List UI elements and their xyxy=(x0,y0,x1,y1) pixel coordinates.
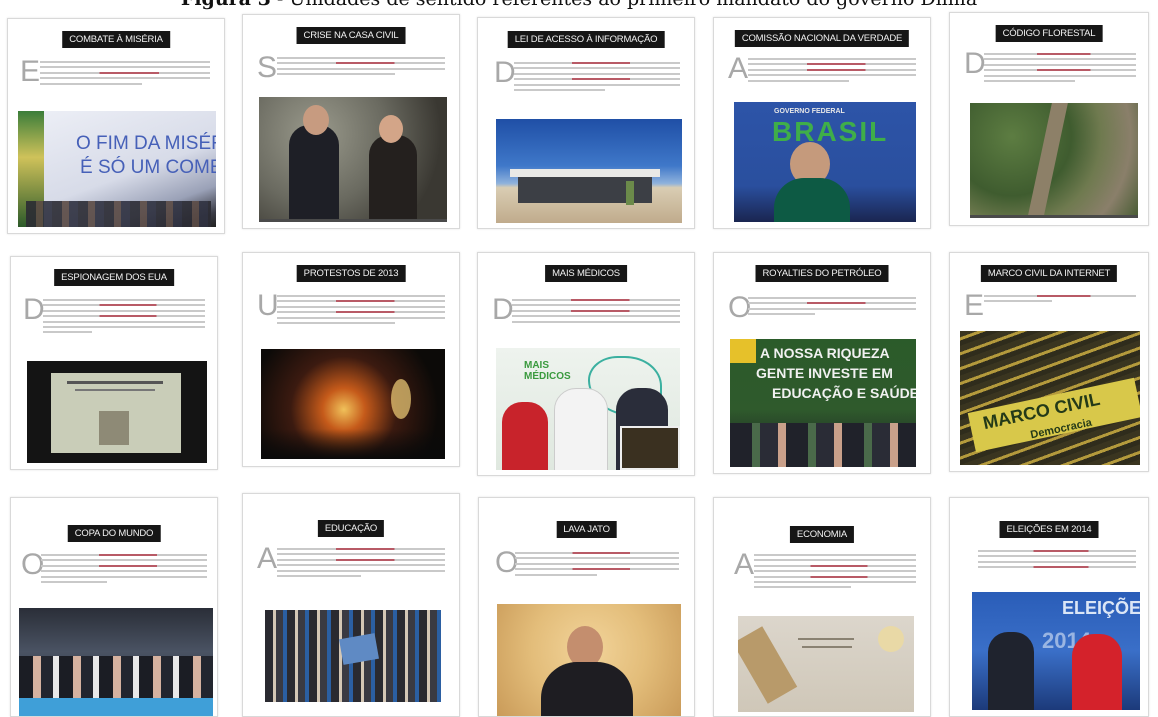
slide-photo xyxy=(27,361,207,463)
slide-photo xyxy=(261,349,445,459)
slide-title: LAVA JATO xyxy=(556,521,617,538)
slide-title: MARCO CIVIL DA INTERNET xyxy=(980,265,1118,282)
slide-body-text xyxy=(512,299,680,326)
slide-dropcap: D xyxy=(492,293,514,326)
slide-title: LEI DE ACESSO À INFORMAÇÃO xyxy=(507,31,665,48)
slide-title: COMISSÃO NACIONAL DA VERDADE xyxy=(734,30,910,47)
slide-dropcap: A xyxy=(728,52,749,85)
banner-text: ELEIÇÕES xyxy=(1062,598,1140,618)
slide-photo xyxy=(970,103,1138,215)
slide-card: MAIS MÉDICOS D MAIS MÉDICOS xyxy=(477,252,695,476)
slide-body-text xyxy=(984,295,1136,306)
banner-text: O FIM DA MISÉRIA xyxy=(76,133,216,154)
slide-photo xyxy=(496,119,682,223)
slide-dropcap: A xyxy=(734,548,755,581)
slide-card: COPA DO MUNDO O xyxy=(10,497,218,717)
slide-dropcap: E xyxy=(20,55,41,88)
slide-card: EDUCAÇÃO A xyxy=(242,493,460,717)
banner-text: BRASIL xyxy=(772,116,889,147)
slide-card: CÓDIGO FLORESTAL D xyxy=(949,12,1149,226)
banner-text: A NOSSA RIQUEZA xyxy=(760,345,890,361)
slide-title: MAIS MÉDICOS xyxy=(545,265,627,282)
slide-body-text xyxy=(41,554,207,586)
slide-card: ROYALTIES DO PETRÓLEO O A NOSSA RIQUEZA … xyxy=(713,252,931,474)
slide-title: ELEIÇÕES EM 2014 xyxy=(999,521,1099,538)
slide-photo: ELEIÇÕES 2014 xyxy=(972,592,1140,710)
slide-card: PROTESTOS DE 2013 U xyxy=(242,252,460,467)
banner-text: GOVERNO FEDERAL xyxy=(774,108,845,115)
slide-dropcap: D xyxy=(494,56,516,89)
slide-title: COPA DO MUNDO xyxy=(67,525,161,542)
slide-body-text xyxy=(515,552,679,579)
slide-dropcap: D xyxy=(964,47,986,80)
slide-photo: A NOSSA RIQUEZA GENTE INVESTE EM EDUCAÇÃ… xyxy=(730,339,916,467)
slide-body-text xyxy=(748,58,916,85)
slide-dropcap: U xyxy=(257,289,279,322)
slide-title: COMBATE À MISÉRIA xyxy=(62,31,170,48)
slide-title: CRISE NA CASA CIVIL xyxy=(296,27,406,44)
slide-card: COMBATE À MISÉRIA E O FIM DA MISÉRIA É S… xyxy=(7,18,225,234)
slide-photo: O FIM DA MISÉRIA É SÓ UM COMEÇO xyxy=(18,111,216,227)
slide-photo: GOVERNO FEDERAL BRASIL xyxy=(734,102,916,222)
slide-footer-bar xyxy=(259,219,447,222)
slide-card: ECONOMIA A xyxy=(713,497,931,717)
slide-photo xyxy=(497,604,681,716)
slide-card: LAVA JATO O xyxy=(478,497,695,717)
slide-body-text xyxy=(748,297,916,319)
slide-grid: COMBATE À MISÉRIA E O FIM DA MISÉRIA É S… xyxy=(0,0,1158,717)
slide-card: LEI DE ACESSO À INFORMAÇÃO D xyxy=(477,17,695,229)
slide-body-text xyxy=(984,53,1136,85)
slide-title: EDUCAÇÃO xyxy=(317,520,385,537)
slide-card: MARCO CIVIL DA INTERNET E MARCO CIVIL De… xyxy=(949,252,1149,472)
slide-footer-bar xyxy=(970,215,1138,218)
slide-photo xyxy=(738,616,914,712)
slide-body-text xyxy=(514,62,680,94)
slide-dropcap: D xyxy=(23,293,45,326)
slide-photo: MAIS MÉDICOS xyxy=(496,348,680,470)
slide-body-text xyxy=(277,295,445,327)
slide-photo xyxy=(259,97,447,219)
slide-body-text xyxy=(754,554,916,592)
banner-text: É SÓ UM COMEÇO xyxy=(80,157,216,178)
slide-card: CRISE NA CASA CIVIL S xyxy=(242,14,460,229)
slide-card: COMISSÃO NACIONAL DA VERDADE A GOVERNO F… xyxy=(713,17,931,229)
slide-title: PROTESTOS DE 2013 xyxy=(296,265,406,282)
slide-photo: MARCO CIVIL Democracia xyxy=(960,331,1140,465)
banner-text: EDUCAÇÃO E SAÚDE xyxy=(772,385,916,401)
slide-body-text xyxy=(978,550,1136,572)
slide-dropcap: E xyxy=(964,289,985,322)
slide-dropcap: A xyxy=(257,542,278,575)
banner-text: GENTE INVESTE EM xyxy=(756,365,893,381)
slide-card: ESPIONAGEM DOS EUA D xyxy=(10,256,218,470)
slide-body-text xyxy=(277,57,445,79)
slide-card: ELEIÇÕES EM 2014 ELEIÇÕES 2014 xyxy=(949,497,1149,717)
slide-body-text xyxy=(43,299,205,337)
slide-photo xyxy=(265,610,441,702)
slide-body-text xyxy=(40,61,210,88)
slide-title: CÓDIGO FLORESTAL xyxy=(995,25,1103,42)
slide-title: ROYALTIES DO PETRÓLEO xyxy=(755,265,889,282)
slide-title: ESPIONAGEM DOS EUA xyxy=(54,269,174,286)
slide-body-text xyxy=(277,548,445,580)
slide-photo xyxy=(19,608,213,716)
slide-title: ECONOMIA xyxy=(789,526,855,543)
slide-dropcap: S xyxy=(257,51,278,84)
